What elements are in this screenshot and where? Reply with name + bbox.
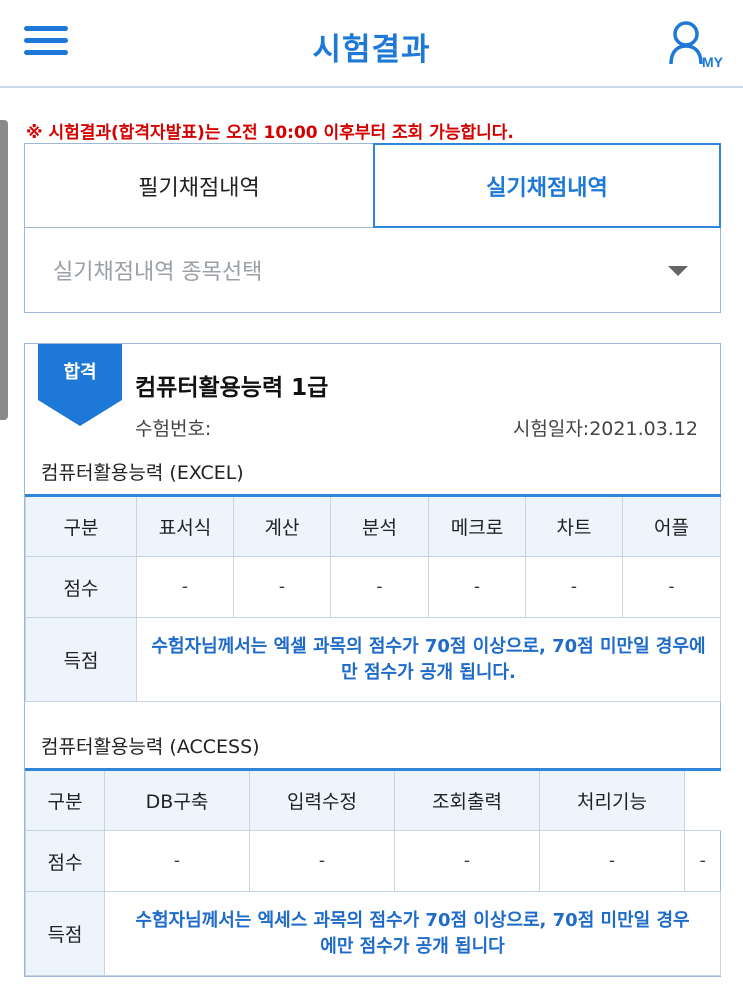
my-label: MY: [702, 54, 723, 70]
table-header: 구분: [25, 769, 105, 831]
access-score-table: 구분 DB구축 입력수정 조회출력 처리기능 점수 - - - - - 득점 수…: [25, 768, 721, 976]
pass-badge: 합격: [38, 344, 122, 426]
table-header: 구분: [25, 495, 137, 557]
result-card: 합격 컴퓨터활용능력 1급 수험번호: 시험일자:2021.03.12 컴퓨터활…: [24, 343, 721, 977]
row-label: 점수: [25, 556, 137, 618]
exam-date: 시험일자:2021.03.12: [512, 418, 698, 440]
table-row: 구분 DB구축 입력수정 조회출력 처리기능: [25, 769, 721, 831]
excel-section-title: 컴퓨터활용능력 (EXCEL): [41, 462, 244, 484]
row-label: 득점: [25, 617, 137, 702]
table-row: 득점 수험자님께서는 엑세스 과목의 점수가 70점 이상으로, 70점 미만일…: [25, 891, 721, 976]
table-row: 점수 - - - - - -: [25, 556, 721, 618]
score-disclosure-note: 수험자님께서는 엑세스 과목의 점수가 70점 이상으로, 70점 미만일 경우…: [104, 891, 721, 976]
score-cell: -: [233, 556, 331, 618]
result-tabs: 필기채점내역 실기채점내역: [24, 143, 721, 228]
scrollbar[interactable]: [0, 120, 8, 420]
table-header: 메크로: [428, 495, 526, 557]
table-header: 조회출력: [394, 769, 540, 831]
table-row: 구분 표서식 계산 분석 메크로 차트 어플: [25, 495, 721, 557]
page-title: 시험결과: [312, 32, 431, 68]
table-header: 계산: [233, 495, 331, 557]
subject-select-placeholder: 실기채점내역 종목선택: [53, 260, 263, 285]
score-cell: -: [394, 830, 540, 892]
app-header: 시험결과 MY: [0, 0, 743, 88]
score-cell: -: [622, 556, 721, 618]
table-header: 차트: [525, 495, 623, 557]
table-row: 점수 - - - - -: [25, 830, 721, 892]
row-label: 득점: [25, 891, 105, 976]
score-cell: -: [539, 830, 685, 892]
table-header-empty: [684, 769, 721, 831]
exam-name: 컴퓨터활용능력 1급: [135, 375, 329, 401]
table-header: DB구축: [104, 769, 250, 831]
pass-badge-label: 합격: [63, 362, 97, 383]
notice-text: ※ 시험결과(합격자발표)는 오전 10:00 이후부터 조회 가능합니다.: [26, 123, 514, 143]
badge-ribbon-icon: [38, 344, 122, 426]
chevron-down-icon: [668, 266, 688, 276]
access-section-title: 컴퓨터활용능력 (ACCESS): [41, 736, 260, 758]
table-header: 어플: [622, 495, 721, 557]
exam-number-label: 수험번호:: [135, 418, 212, 440]
score-cell: -: [249, 830, 395, 892]
score-cell: -: [699, 851, 706, 871]
subject-select[interactable]: 실기채점내역 종목선택: [24, 228, 721, 313]
table-header: 분석: [330, 495, 429, 557]
tab-practical-scoring[interactable]: 실기채점내역: [373, 143, 721, 228]
table-header: 표서식: [136, 495, 234, 557]
score-cell: -: [428, 556, 526, 618]
score-cell: -: [136, 556, 234, 618]
score-disclosure-note: 수험자님께서는 엑셀 과목의 점수가 70점 이상으로, 70점 미만일 경우에…: [136, 617, 721, 702]
row-label: 점수: [25, 830, 105, 892]
score-cell: -: [104, 830, 250, 892]
table-header: 입력수정: [249, 769, 395, 831]
score-cell: -: [330, 556, 429, 618]
score-cell: -: [525, 556, 623, 618]
table-header: 처리기능: [539, 769, 685, 831]
excel-score-table: 구분 표서식 계산 분석 메크로 차트 어플 점수 - - - - - - 득점…: [25, 494, 721, 702]
table-row: 득점 수험자님께서는 엑셀 과목의 점수가 70점 이상으로, 70점 미만일 …: [25, 617, 721, 702]
tab-written-scoring[interactable]: 필기채점내역: [24, 143, 373, 228]
my-page-button[interactable]: MY: [669, 20, 723, 70]
